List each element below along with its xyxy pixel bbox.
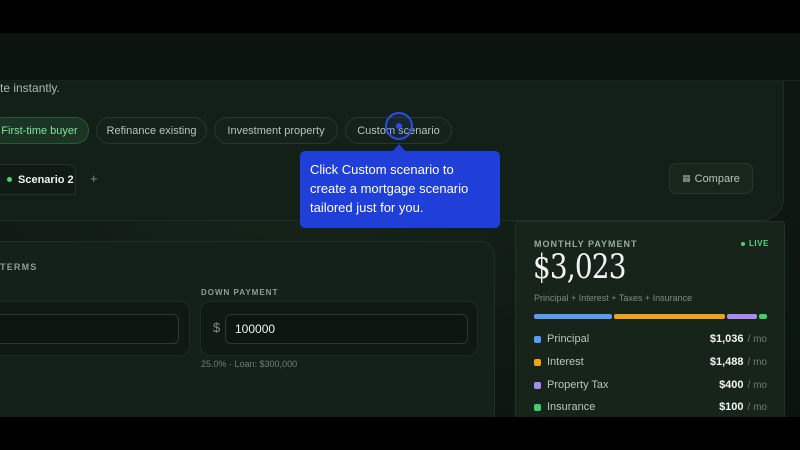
live-label: LIVE [749, 239, 769, 248]
letterbox-bottom [0, 417, 800, 450]
tab-scenario-2[interactable]: Scenario 2 [0, 164, 76, 195]
add-scenario-icon[interactable]: + [90, 171, 98, 186]
click-target-dot [396, 123, 402, 129]
payment-bar-segment-principal [534, 314, 612, 319]
payment-bar-segment-insurance [759, 314, 767, 319]
breakdown-name: Property Tax [547, 379, 609, 391]
interest-swatch [534, 358, 541, 366]
chip-first-time-buyer[interactable]: First-time buyer [0, 117, 89, 144]
hero-subtitle: te instantly. [0, 81, 60, 95]
breakdown-unit: / mo [747, 333, 767, 345]
payment-breakdown-bar [534, 314, 767, 319]
breakdown-row-principal: Principal $1,036 / mo [534, 331, 767, 347]
down-payment-label: DOWN PAYMENT [201, 288, 279, 297]
breakdown-name: Insurance [547, 401, 596, 413]
breakdown-row-insurance: Insurance $100 / mo [534, 399, 767, 415]
app-stage: te instantly. First-time buyer Refinance… [0, 33, 800, 417]
principal-swatch [534, 335, 541, 343]
chip-refinance-existing[interactable]: Refinance existing [96, 117, 207, 144]
chip-investment-property[interactable]: Investment property [214, 117, 338, 144]
breakdown-name: Interest [547, 356, 584, 368]
letterbox-top [0, 0, 800, 33]
breakdown-value: $100 [719, 401, 744, 413]
down-payment-field: $ 100000 [200, 301, 478, 356]
onboarding-tooltip: Click Custom scenario to create a mortga… [300, 151, 500, 228]
terms-label: TERMS [0, 262, 38, 272]
compare-label: Compare [694, 172, 740, 185]
breakdown-value: $1,036 [709, 333, 744, 345]
payment-bar-segment-property-tax [727, 314, 758, 319]
payment-bar-segment-interest [613, 314, 726, 319]
terms-input[interactable] [0, 314, 179, 344]
live-dot [741, 241, 745, 246]
live-badge: LIVE [741, 239, 769, 248]
down-payment-note: 25.0% · Loan: $300,000 [201, 359, 298, 369]
tab-label: Scenario 2 [18, 173, 74, 186]
breakdown-row-property-tax: Property Tax $400 / mo [534, 377, 767, 393]
property-tax-swatch [534, 381, 541, 389]
monthly-payment-note: Principal + Interest + Taxes + Insurance [534, 293, 693, 303]
monthly-payment-amount: $3,023 [533, 247, 626, 287]
breakdown-unit: / mo [747, 379, 767, 391]
status-dot [7, 177, 12, 182]
compare-icon: ▦ [682, 173, 691, 183]
breakdown-unit: / mo [747, 401, 767, 413]
compare-button[interactable]: ▦ Compare [669, 163, 753, 194]
breakdown-unit: / mo [747, 356, 767, 368]
currency-symbol: $ [213, 320, 221, 335]
down-payment-input[interactable]: 100000 [225, 314, 468, 344]
breakdown-value: $400 [719, 379, 744, 391]
breakdown-value: $1,488 [709, 356, 744, 368]
terms-field-left [0, 301, 190, 356]
breakdown-name: Principal [547, 333, 590, 345]
top-strip [0, 33, 800, 81]
breakdown-row-interest: Interest $1,488 / mo [534, 354, 767, 370]
insurance-swatch [534, 403, 541, 411]
